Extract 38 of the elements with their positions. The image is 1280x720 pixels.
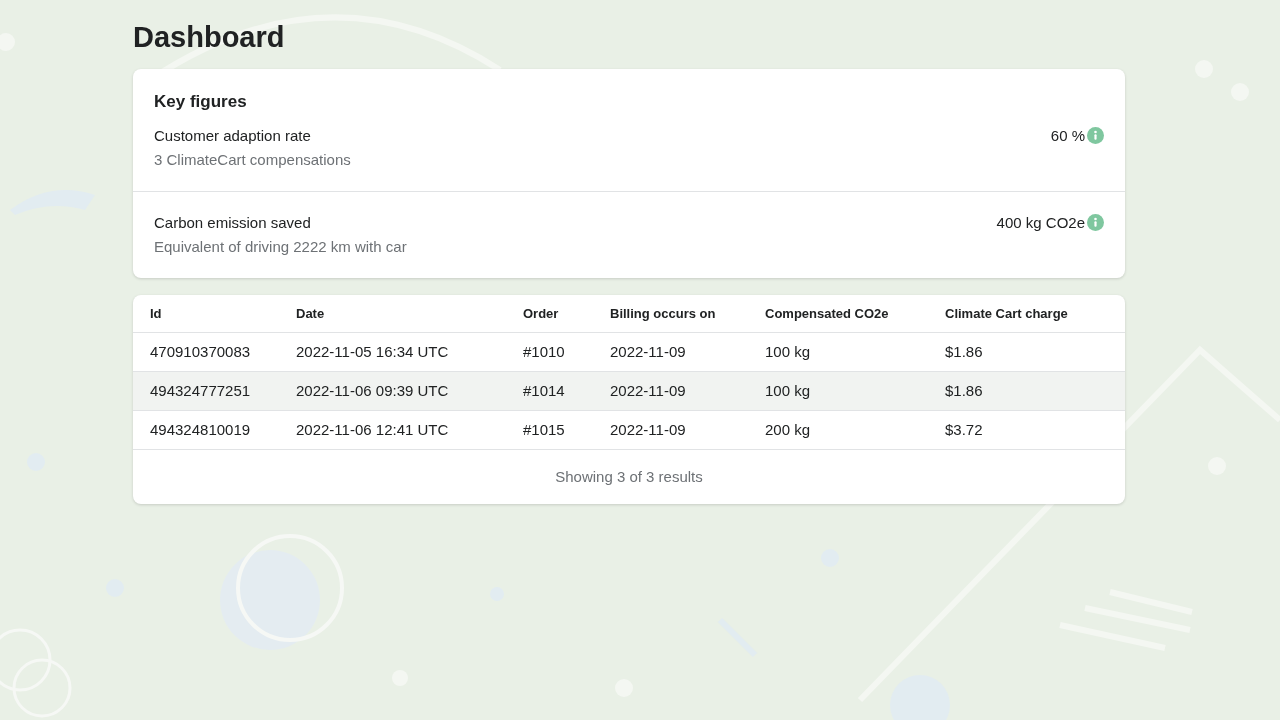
info-icon[interactable] xyxy=(1087,214,1104,231)
column-header: Date xyxy=(296,304,326,323)
table-row[interactable]: 470910370083 2022-11-05 16:34 UTC #1010 2022-11-09 100 kg $1.86 xyxy=(133,333,1125,372)
figure-detail: 3 ClimateCart compensations xyxy=(154,151,351,169)
table-cell-text: 470910370083 xyxy=(149,341,252,362)
table-cell-text: 2022-11-06 12:41 UTC xyxy=(296,419,450,440)
table-cell-text: 2022-11-09 xyxy=(610,341,687,362)
column-header: Compensated CO2e xyxy=(765,304,890,323)
table-cell-text: 2022-11-06 09:39 UTC xyxy=(296,380,450,401)
table-cell-text: 100 kg xyxy=(765,380,812,401)
figure-label: Carbon emission saved xyxy=(154,214,312,232)
table-cell-text: $1.86 xyxy=(945,380,984,401)
figure-detail: Equivalent of driving 2222 km with car xyxy=(154,238,407,256)
info-icon[interactable] xyxy=(1087,127,1104,144)
table-cell-text: $3.72 xyxy=(945,419,984,440)
table-cell-text: 100 kg xyxy=(765,341,812,362)
results-summary: Showing 3 of 3 results xyxy=(554,467,704,487)
card-title: Key figures xyxy=(153,91,248,113)
table-cell-text: #1010 xyxy=(523,341,566,362)
column-header: Id xyxy=(149,304,163,323)
column-header: Climate Cart charge xyxy=(945,304,1069,323)
page-title: Dashboard xyxy=(133,20,286,55)
figure-label: Customer adaption rate xyxy=(154,127,312,145)
figure-value: 60 % xyxy=(1050,127,1085,145)
table-cell-text: 200 kg xyxy=(765,419,812,440)
table-cell-text: 2022-11-09 xyxy=(610,419,687,440)
table-cell-text: #1014 xyxy=(523,380,566,401)
table-cell-text: 494324810019 xyxy=(149,419,252,440)
table-cell-text: 2022-11-05 16:34 UTC xyxy=(296,341,450,362)
column-header: Billing occurs on xyxy=(610,304,717,323)
figure-value: 400 kg CO2e xyxy=(996,214,1085,232)
table-row[interactable]: 494324810019 2022-11-06 12:41 UTC #1015 2022-11-09 200 kg $3.72 xyxy=(133,411,1125,450)
table-cell-text: 494324777251 xyxy=(149,380,252,401)
table-row[interactable]: 494324777251 2022-11-06 09:39 UTC #1014 2022-11-09 100 kg $1.86 xyxy=(133,372,1125,411)
table-cell-text: 2022-11-09 xyxy=(610,380,687,401)
table-cell-text: $1.86 xyxy=(945,341,984,362)
column-header: Order xyxy=(523,304,560,323)
table-cell-text: #1015 xyxy=(523,419,566,440)
